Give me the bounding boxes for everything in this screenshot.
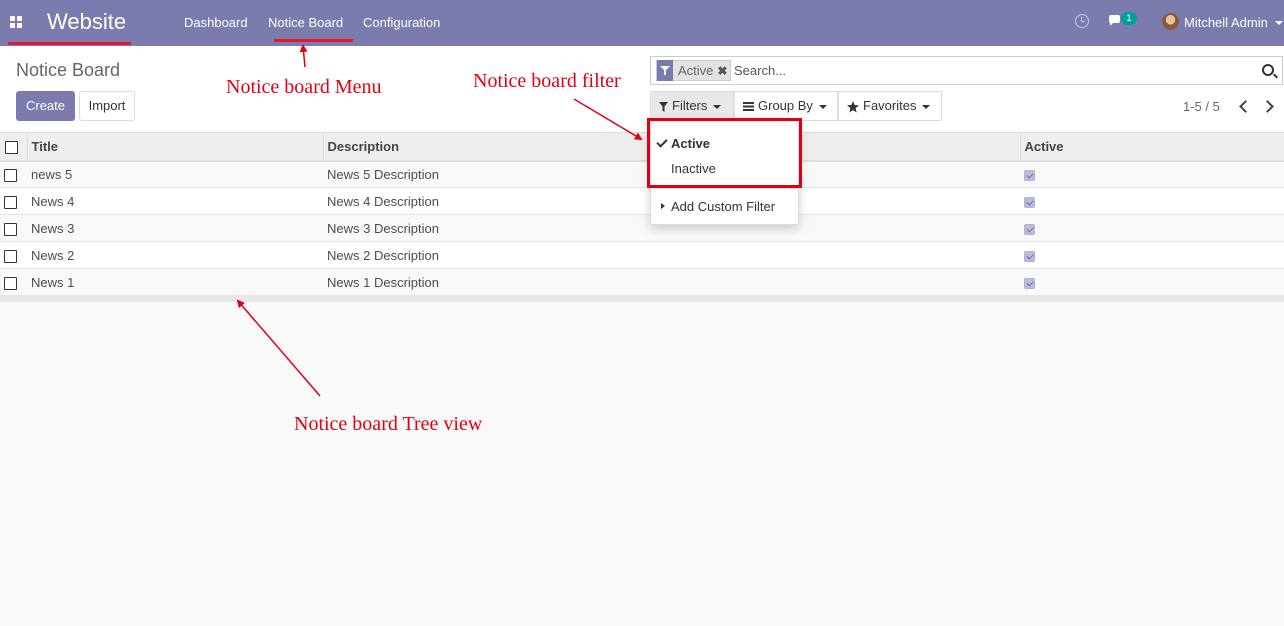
annotation-underline-brand bbox=[8, 42, 131, 45]
app-brand[interactable]: Website bbox=[47, 9, 126, 35]
search-box: Active ✖ bbox=[650, 56, 1283, 85]
active-checkbox bbox=[1024, 223, 1035, 235]
caret-down-icon bbox=[713, 104, 722, 109]
group-by-button[interactable]: Group By bbox=[734, 91, 838, 121]
annotation-filter-label: Notice board filter bbox=[473, 70, 621, 92]
row-checkbox[interactable] bbox=[4, 276, 17, 290]
create-button[interactable]: Create bbox=[16, 91, 75, 121]
select-all-checkbox[interactable] bbox=[5, 140, 18, 154]
apps-menu-icon[interactable] bbox=[10, 16, 22, 28]
activity-clock-icon[interactable] bbox=[1075, 14, 1089, 28]
caret-down-icon bbox=[922, 104, 931, 109]
facet-remove-icon[interactable]: ✖ bbox=[717, 64, 730, 78]
table-row[interactable]: News 3 News 3 Description bbox=[0, 214, 1284, 242]
table-footer bbox=[0, 296, 1284, 302]
row-checkbox[interactable] bbox=[4, 222, 17, 236]
row-select-cell bbox=[0, 268, 27, 296]
user-avatar[interactable] bbox=[1162, 13, 1179, 30]
row-title[interactable]: News 1 bbox=[27, 268, 323, 296]
annotation-tree-label: Notice board Tree view bbox=[294, 413, 483, 435]
filter-icon bbox=[659, 101, 668, 112]
search-facet: Active ✖ bbox=[656, 60, 732, 81]
filter-facet-icon bbox=[657, 60, 673, 81]
row-title[interactable]: news 5 bbox=[27, 160, 323, 188]
active-checkbox bbox=[1024, 196, 1035, 208]
active-checkbox bbox=[1024, 169, 1035, 181]
row-active-cell bbox=[1020, 187, 1284, 215]
table-row[interactable]: News 1 News 1 Description bbox=[0, 268, 1284, 296]
row-select-cell bbox=[0, 187, 27, 215]
menu-notice-board[interactable]: Notice Board bbox=[268, 15, 343, 30]
pager-next-icon[interactable] bbox=[1263, 101, 1273, 111]
table-row[interactable]: news 5 News 5 Description bbox=[0, 160, 1284, 188]
table-row[interactable]: News 4 News 4 Description bbox=[0, 187, 1284, 215]
row-active-cell bbox=[1020, 214, 1284, 242]
annotation-highlight-box bbox=[647, 118, 802, 188]
row-checkbox[interactable] bbox=[4, 249, 17, 263]
active-checkbox bbox=[1024, 250, 1035, 262]
search-icon[interactable] bbox=[1262, 64, 1274, 76]
arrow-to-tree bbox=[236, 299, 321, 397]
row-active-cell bbox=[1020, 241, 1284, 269]
add-custom-filter[interactable]: Add Custom Filter bbox=[671, 199, 775, 214]
active-checkbox bbox=[1024, 277, 1035, 289]
filters-button[interactable]: Filters bbox=[650, 91, 734, 121]
select-all-header bbox=[0, 132, 27, 162]
pager-value[interactable]: 1-5 / 5 bbox=[1183, 99, 1220, 114]
caret-right-icon bbox=[661, 203, 665, 209]
filters-label: Filters bbox=[672, 98, 708, 113]
column-title[interactable]: Title bbox=[26, 132, 323, 162]
table-row[interactable]: News 2 News 2 Description bbox=[0, 241, 1284, 269]
star-icon bbox=[847, 100, 859, 113]
group-by-label: Group By bbox=[758, 98, 813, 113]
user-name[interactable]: Mitchell Admin bbox=[1184, 15, 1268, 30]
chat-badge: 1 bbox=[1121, 12, 1137, 25]
pager-previous-icon[interactable] bbox=[1238, 101, 1248, 111]
list-icon bbox=[743, 102, 754, 112]
facet-label: Active bbox=[678, 63, 714, 78]
annotation-menu-label: Notice board Menu bbox=[226, 76, 382, 98]
row-select-cell bbox=[0, 160, 27, 188]
row-checkbox[interactable] bbox=[4, 168, 17, 182]
menu-configuration[interactable]: Configuration bbox=[363, 15, 440, 30]
row-active-cell bbox=[1020, 160, 1284, 188]
favorites-label: Favorites bbox=[863, 98, 917, 113]
row-active-cell bbox=[1020, 268, 1284, 296]
row-title[interactable]: News 3 bbox=[27, 214, 323, 242]
import-button[interactable]: Import bbox=[79, 91, 135, 121]
column-active[interactable]: Active bbox=[1019, 132, 1284, 162]
row-select-cell bbox=[0, 214, 27, 242]
row-title[interactable]: News 2 bbox=[27, 241, 323, 269]
top-navbar: Website Dashboard Notice Board Configura… bbox=[0, 0, 1284, 46]
table-header-row: Title Description Active bbox=[0, 132, 1284, 162]
row-checkbox[interactable] bbox=[4, 195, 17, 209]
favorites-button[interactable]: Favorites bbox=[838, 91, 942, 121]
notice-list-table: Title Description Active news 5 News 5 D… bbox=[0, 132, 1284, 296]
caret-down-icon bbox=[818, 104, 827, 109]
row-select-cell bbox=[0, 241, 27, 269]
row-description[interactable]: News 1 Description bbox=[323, 268, 1020, 296]
control-panel: Notice Board Create Import Active ✖ Filt… bbox=[0, 46, 1284, 132]
user-caret-icon[interactable] bbox=[1275, 21, 1283, 25]
search-input[interactable] bbox=[734, 57, 1254, 84]
dropdown-divider bbox=[651, 188, 798, 189]
menu-dashboard[interactable]: Dashboard bbox=[184, 15, 248, 30]
annotation-underline-menu bbox=[274, 39, 353, 42]
row-title[interactable]: News 4 bbox=[27, 187, 323, 215]
row-description[interactable]: News 2 Description bbox=[323, 241, 1020, 269]
page-title: Notice Board bbox=[16, 60, 121, 80]
